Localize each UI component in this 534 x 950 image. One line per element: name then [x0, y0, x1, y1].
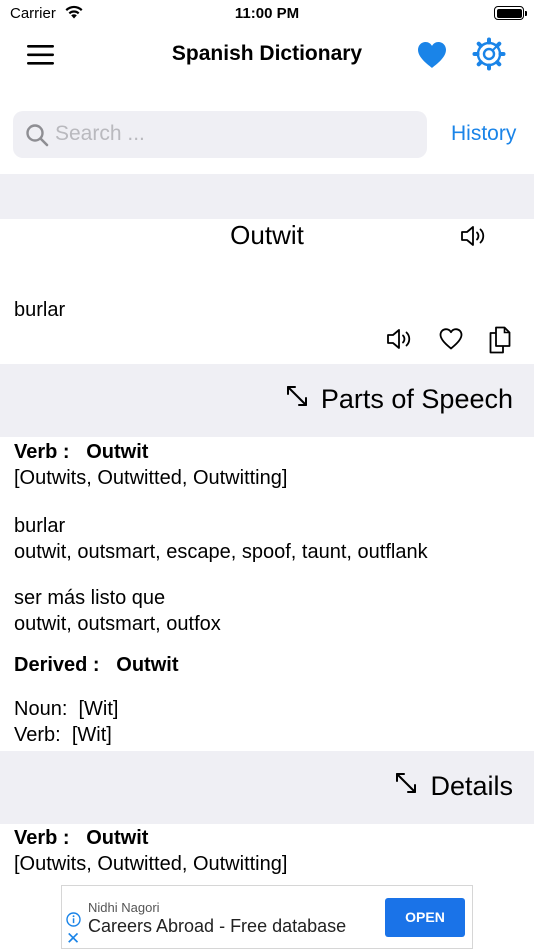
- verb-forms: [Outwits, Outwitted, Outwitting]: [14, 467, 288, 489]
- meaning-term: ser más listo que: [14, 587, 166, 609]
- details-label: Details: [430, 771, 513, 801]
- derived-label: Derived :: [14, 654, 100, 676]
- speaker-icon[interactable]: [459, 224, 487, 253]
- heart-filled-icon[interactable]: [416, 39, 448, 71]
- derived-item-label: Noun:: [14, 698, 68, 720]
- verb-forms: [Outwits, Outwitted, Outwitting]: [14, 853, 288, 875]
- verb-word: Outwit: [86, 827, 149, 849]
- heart-outline-icon[interactable]: [438, 326, 464, 357]
- derived-item: Verb: [Wit]: [14, 724, 112, 747]
- verb-label: Verb :: [14, 441, 70, 463]
- derived-item-value: [Wit]: [71, 724, 112, 746]
- history-button[interactable]: History: [451, 122, 516, 146]
- ad-advertiser: Nidhi Nagori: [88, 900, 160, 915]
- meaning-synonyms: outwit, outsmart, outfox: [14, 613, 221, 635]
- status-bar: Carrier 11:00 PM: [0, 0, 534, 28]
- verb-word: Outwit: [86, 441, 149, 463]
- ad-banner[interactable]: ✕ Nidhi Nagori Careers Abroad - Free dat…: [61, 885, 473, 949]
- meaning-synonyms: outwit, outsmart, escape, spoof, taunt, …: [14, 541, 428, 563]
- search-icon: [25, 123, 49, 152]
- derived-item-label: Verb:: [14, 724, 61, 746]
- details-header[interactable]: Details: [0, 751, 534, 824]
- derived-item: Noun: [Wit]: [14, 698, 119, 721]
- search-input[interactable]: [55, 119, 415, 149]
- verb-heading: Verb : Outwit: [14, 441, 148, 464]
- ad-open-button[interactable]: OPEN: [385, 898, 465, 937]
- divider-band: [0, 174, 534, 219]
- expand-icon: [394, 771, 418, 802]
- derived-item-value: [Wit]: [78, 698, 119, 720]
- gear-icon[interactable]: [472, 37, 506, 71]
- copy-icon[interactable]: [487, 326, 513, 359]
- parts-of-speech-label: Parts of Speech: [320, 384, 513, 414]
- clock: 11:00 PM: [234, 5, 300, 22]
- translation-text: burlar: [14, 299, 66, 321]
- search-bar: [13, 111, 427, 158]
- entry-word: Outwit: [230, 220, 304, 250]
- details-content: Verb : Outwit [Outwits, Outwitted, Outwi…: [0, 824, 534, 876]
- nav-bar: Spanish Dictionary: [0, 28, 534, 82]
- close-icon[interactable]: ✕: [66, 930, 80, 947]
- battery-icon: [494, 6, 527, 20]
- verb-label: Verb :: [14, 827, 70, 849]
- derived-heading: Derived : Outwit: [14, 654, 178, 677]
- speaker-icon[interactable]: [385, 326, 413, 357]
- page-title: Spanish Dictionary: [171, 42, 363, 65]
- meaning-term: burlar: [14, 515, 66, 537]
- derived-word: Outwit: [116, 654, 179, 676]
- verb-heading: Verb : Outwit: [14, 827, 148, 850]
- parts-of-speech-header[interactable]: Parts of Speech: [0, 364, 534, 437]
- ad-title: Careers Abroad - Free database: [88, 916, 347, 936]
- expand-icon: [285, 384, 309, 415]
